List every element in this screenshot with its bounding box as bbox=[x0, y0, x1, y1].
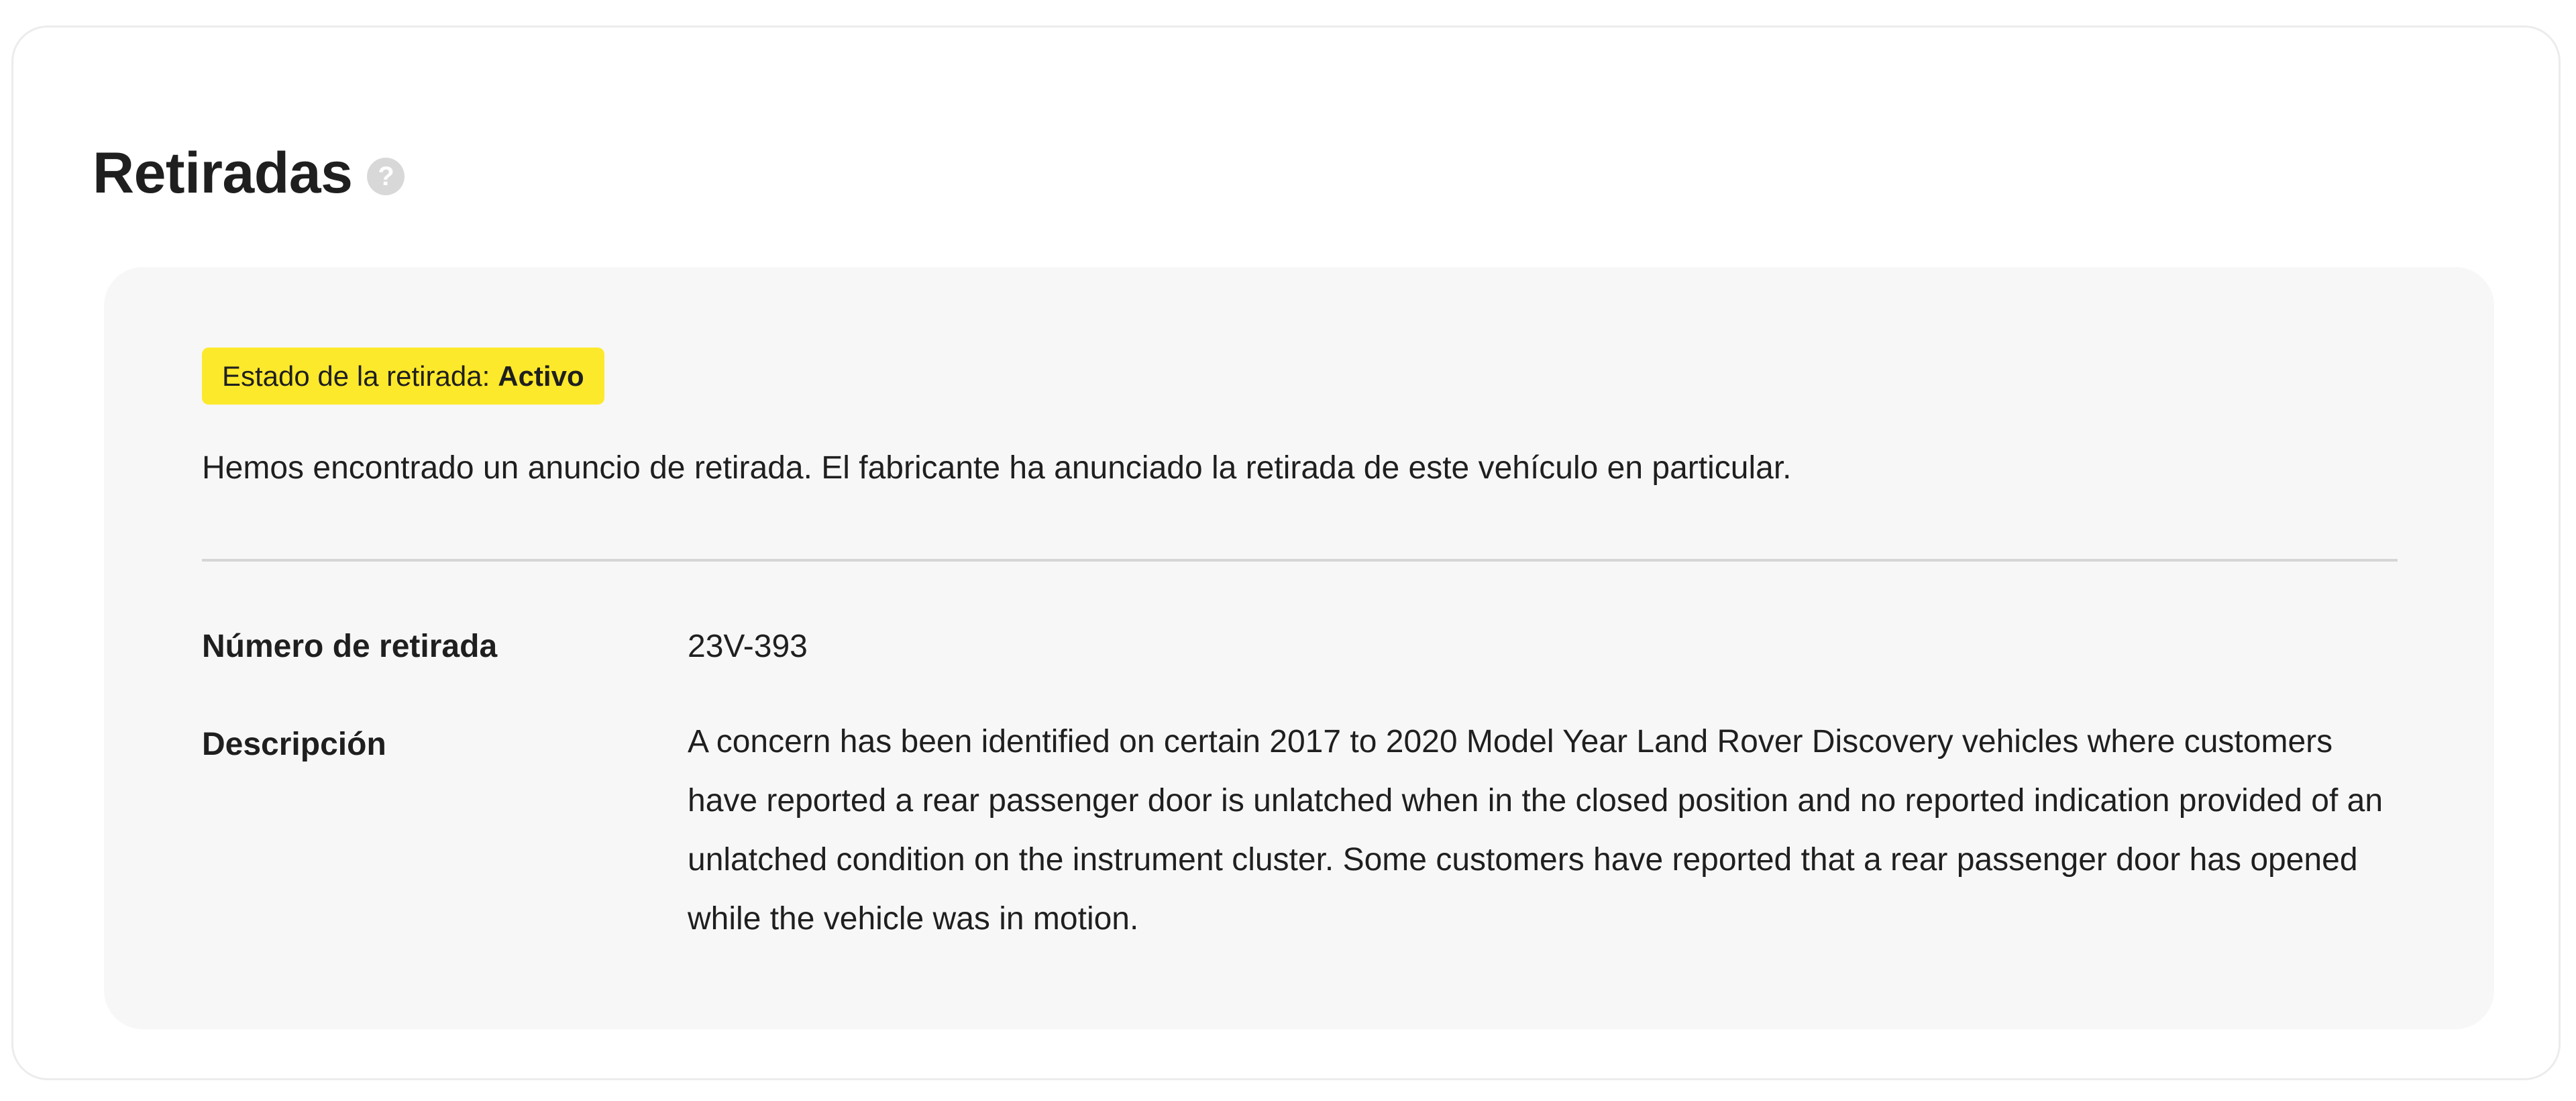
status-label: Estado de la retirada: bbox=[222, 360, 490, 392]
recall-intro-text: Hemos encontrado un anuncio de retirada.… bbox=[202, 450, 1792, 486]
recall-number-value: 23V-393 bbox=[688, 629, 808, 664]
recall-panel: Estado de la retirada: Activo Hemos enco… bbox=[104, 267, 2494, 1029]
recall-number-label: Número de retirada bbox=[202, 629, 498, 664]
divider bbox=[202, 559, 2398, 562]
title-row: Retiradas ? bbox=[93, 136, 405, 210]
status-value: Activo bbox=[498, 360, 584, 392]
page-title: Retiradas bbox=[93, 141, 353, 205]
recalls-card: Retiradas ? Estado de la retirada: Activ… bbox=[11, 25, 2561, 1080]
description-value: A concern has been identified on certain… bbox=[688, 724, 2383, 937]
description-label: Descripción bbox=[202, 727, 386, 762]
help-icon[interactable]: ? bbox=[367, 158, 405, 195]
status-badge: Estado de la retirada: Activo bbox=[202, 348, 604, 405]
